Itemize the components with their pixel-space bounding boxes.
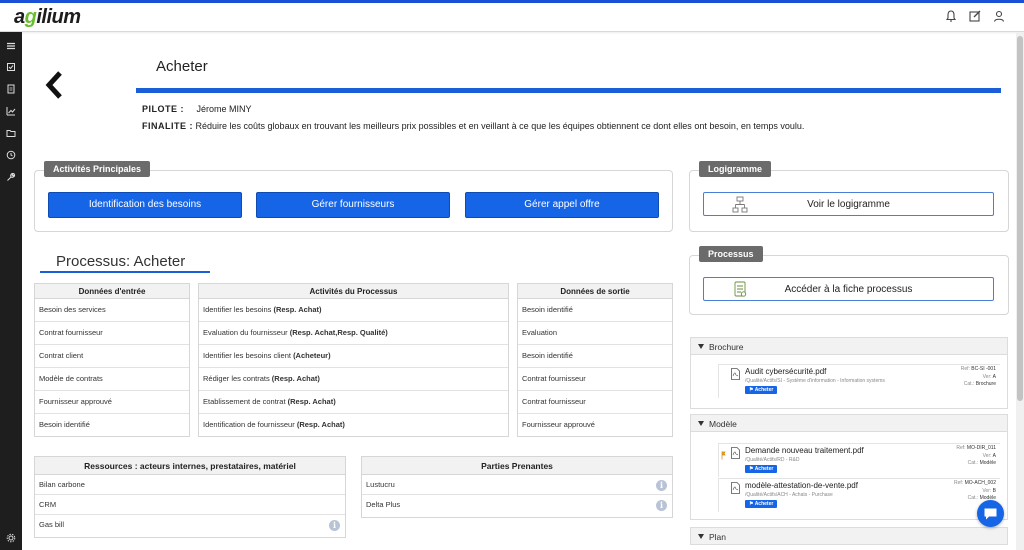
left-sidebar — [0, 32, 22, 550]
table-header: Activités du Processus — [199, 284, 508, 299]
table-row: Delta Plus i — [362, 495, 672, 515]
processus-underline — [40, 271, 210, 273]
chat-icon — [984, 508, 997, 520]
document-item[interactable]: Audit cybersécurité.pdf /Qualité/Actifs/… — [718, 364, 1000, 398]
accordion-brochure[interactable]: Brochure — [690, 337, 1008, 355]
info-icon[interactable]: i — [656, 500, 667, 511]
tag-badge: ⚑ Acheter — [745, 465, 778, 473]
processus-title: Processus: Acheter — [56, 253, 186, 270]
document-item[interactable]: modèle-attestation-de-vente.pdf /Qualité… — [718, 478, 1000, 512]
caret-down-icon — [698, 534, 704, 539]
tools-icon[interactable] — [6, 169, 16, 181]
pdf-icon — [731, 446, 740, 459]
table-row: Besoin identifié — [518, 345, 672, 368]
activites-tag: Activités Principales — [44, 161, 151, 177]
table-row: Lustucru i — [362, 475, 672, 495]
table-row: Evaluation — [518, 322, 672, 345]
table-row: Contrat client — [35, 345, 189, 368]
table-row[interactable]: Etablissement de contrat (Resp. Achat) — [199, 391, 508, 414]
top-bar: agilium — [0, 3, 1024, 32]
fiche-processus-button[interactable]: Accéder à la fiche processus — [703, 277, 994, 301]
tag-badge: ⚑ Acheter — [745, 386, 778, 394]
gerer-appel-offre-button[interactable]: Gérer appel offre — [465, 192, 659, 218]
table-row: Fournisseur approuvé — [522, 420, 595, 429]
table-header: Données d'entrée — [35, 284, 189, 299]
gerer-fournisseurs-button[interactable]: Gérer fournisseurs — [256, 192, 450, 218]
table-header: Ressources : acteurs internes, prestatai… — [35, 457, 345, 475]
ressources-table: Ressources : acteurs internes, prestatai… — [34, 456, 346, 538]
document-item[interactable]: Demande nouveau traitement.pdf /Qualité/… — [718, 443, 1000, 477]
pilote-line: PILOTE : Jérome MINY — [142, 104, 252, 114]
table-row: Contrat fournisseur — [35, 322, 189, 345]
table-row: CRM — [35, 495, 345, 515]
table-row[interactable]: Evaluation du fournisseur (Resp. Achat,R… — [199, 322, 508, 345]
table-row: Besoin identifié — [39, 420, 90, 429]
table-row: Besoin identifié — [518, 299, 672, 322]
pdf-icon — [731, 367, 740, 380]
table-row: Contrat fournisseur — [518, 368, 672, 391]
table-row: Gas bill i — [35, 515, 345, 535]
activites-processus-table: Activités du Processus Identifier les be… — [198, 283, 509, 437]
table-row[interactable]: Identification de fournisseur (Resp. Ach… — [199, 414, 508, 437]
page-title: Acheter — [156, 58, 208, 75]
table-row: Modèle de contrats — [35, 368, 189, 391]
table-row: Contrat fournisseur — [518, 391, 672, 414]
folder-icon[interactable] — [6, 125, 16, 137]
checklist-icon[interactable] — [6, 59, 16, 71]
finalite-line: FINALITE : Réduire les coûts globaux en … — [142, 121, 805, 131]
document-meta: Ref: BC-SI -001 Ver: A Cat.: Brochure — [960, 366, 996, 387]
table-row: Besoin des services — [35, 299, 189, 322]
title-underline — [136, 88, 1001, 93]
logigramme-tag: Logigramme — [699, 161, 772, 177]
donnees-sortie-table: Données de sortie Besoin identifié Evalu… — [517, 283, 673, 437]
table-header: Données de sortie — [518, 284, 672, 299]
scrollbar-thumb[interactable] — [1017, 36, 1023, 401]
flag-icon — [721, 447, 726, 460]
menu-icon[interactable] — [6, 38, 16, 50]
back-arrow-icon[interactable] — [42, 70, 68, 100]
document-icon[interactable] — [6, 81, 16, 94]
processus-tag: Processus — [699, 246, 763, 262]
accordion-modele[interactable]: Modèle — [690, 414, 1008, 432]
edit-icon[interactable] — [968, 9, 982, 23]
document-meta: Ref: MO-DIR_011 Ver: A Cat.: Modèle — [956, 445, 996, 466]
info-icon[interactable]: i — [329, 520, 340, 531]
chart-icon[interactable] — [6, 103, 16, 116]
accordion-plan[interactable]: Plan — [690, 527, 1008, 545]
chat-button[interactable] — [977, 500, 1004, 527]
settings-icon[interactable] — [6, 530, 16, 543]
parties-prenantes-table: Parties Prenantes Lustucru i Delta Plus i — [361, 456, 673, 518]
agilium-logo[interactable]: agilium — [14, 6, 81, 29]
clock-icon[interactable] — [6, 147, 16, 160]
table-row[interactable]: Rédiger les contrats (Resp. Achat) — [199, 368, 508, 391]
table-row: Fournisseur approuvé — [35, 391, 189, 414]
identification-besoins-button[interactable]: Identification des besoins — [48, 192, 242, 218]
donnees-entree-table: Données d'entrée Besoin des services Con… — [34, 283, 190, 437]
table-row[interactable]: Identifier les besoins (Resp. Achat) — [199, 299, 508, 322]
bell-icon[interactable] — [944, 9, 958, 23]
caret-down-icon — [698, 344, 704, 349]
table-row[interactable]: Identifier les besoins client (Acheteur) — [199, 345, 508, 368]
caret-down-icon — [698, 421, 704, 426]
user-icon[interactable] — [992, 9, 1006, 23]
pdf-icon — [731, 481, 740, 494]
voir-logigramme-button[interactable]: Voir le logigramme — [703, 192, 994, 216]
table-row: Bilan carbone — [35, 475, 345, 495]
info-icon[interactable]: i — [656, 480, 667, 491]
tag-badge: ⚑ Acheter — [745, 500, 778, 508]
table-header: Parties Prenantes — [362, 457, 672, 475]
